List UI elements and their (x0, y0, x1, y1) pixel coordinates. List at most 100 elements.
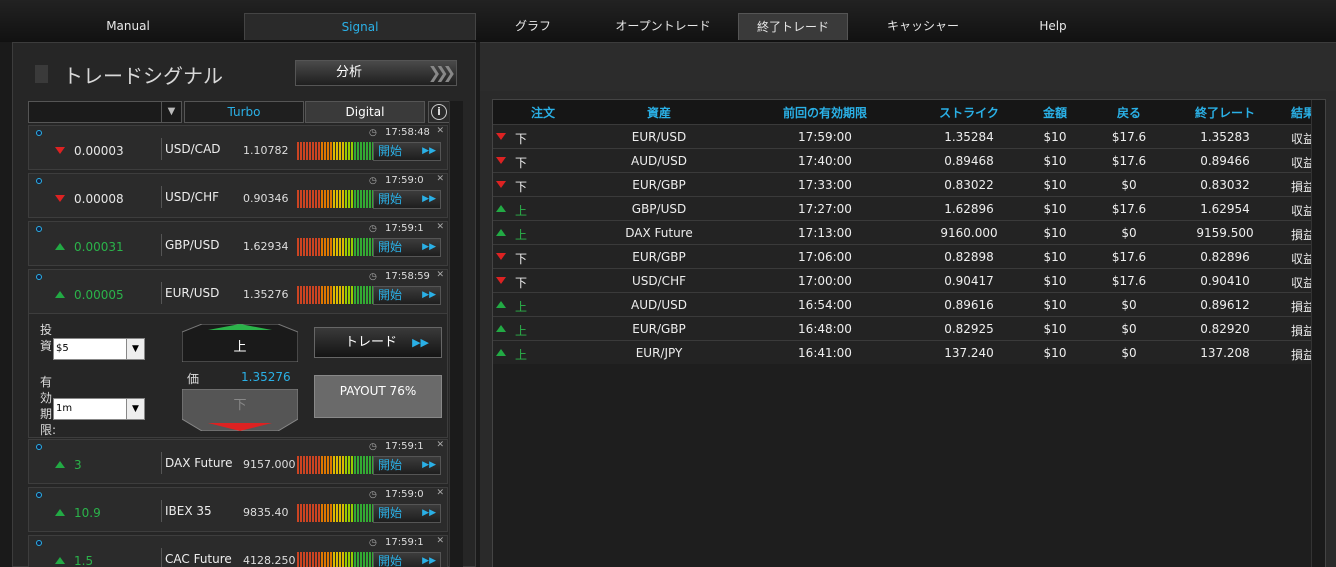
close-icon[interactable]: ✕ (436, 488, 444, 498)
tab-manual[interactable]: Manual (12, 13, 244, 40)
cell-expiry: 17:40:00 (798, 154, 852, 168)
signal-asset: CAC Future (161, 548, 232, 567)
chevron-down-icon[interactable]: ▼ (126, 399, 144, 419)
signal-change: 0.00005 (74, 288, 124, 302)
table-row: 上 GBP/USD 17:27:00 1.62896 $10 $17.6 1.62954 収益 (493, 196, 1315, 220)
start-button[interactable]: 開始 ▶▶ (373, 552, 441, 567)
signal-strength-meter (297, 142, 380, 160)
start-button[interactable]: 開始 ▶▶ (373, 286, 441, 305)
table-row: 下 AUD/USD 17:40:00 0.89468 $10 $17.6 0.89466 収益 (493, 148, 1315, 172)
double-chevron-icon: ▶▶ (422, 460, 436, 470)
cell-strike: 0.82925 (944, 322, 994, 336)
cell-amount: $10 (1043, 298, 1067, 312)
signal-card[interactable]: ◷ 17:59:0 ✕ 0.00008 USD/CHF 0.90346 開始 ▶▶ (28, 173, 448, 218)
cell-strike: 0.82898 (944, 250, 994, 264)
chevron-down-icon[interactable]: ▼ (126, 339, 144, 359)
cell-return: $17.6 (1111, 250, 1147, 264)
put-button[interactable]: 下 (182, 389, 298, 431)
cell-return: $0 (1121, 346, 1137, 360)
arrow-down-icon (496, 157, 506, 164)
tab-signal[interactable]: Signal (244, 13, 476, 40)
asset-filter-select[interactable]: ▼ (28, 101, 182, 123)
call-button[interactable]: 上 (182, 324, 298, 362)
signal-strength-meter (297, 504, 380, 522)
order-direction: 下 (515, 276, 528, 290)
cell-close-rate: 0.83032 (1200, 178, 1250, 192)
cell-return: $0 (1121, 178, 1137, 192)
signal-card[interactable]: ◷ 17:59:1 ✕ 3 DAX Future 9157.000 開始 ▶▶ (28, 439, 448, 484)
table-scrollbar[interactable] (1311, 100, 1325, 567)
start-button[interactable]: 開始 ▶▶ (373, 456, 441, 475)
arrow-down-icon (496, 253, 506, 260)
signal-list-scrollbar[interactable] (449, 101, 463, 567)
filter-bar: ▼ Turbo Digital i (28, 101, 463, 123)
cell-close-rate: 0.82896 (1200, 250, 1250, 264)
cell-return: $0 (1121, 298, 1137, 312)
signal-card[interactable]: ◷ 17:59:0 ✕ 10.9 IBEX 35 9835.40 開始 ▶▶ (28, 487, 448, 532)
status-dot-icon (36, 178, 42, 184)
signal-card[interactable]: ◷ 17:59:1 ✕ 1.5 CAC Future 4128.250 開始 ▶▶ (28, 535, 448, 567)
signal-price: 9157.000 (243, 458, 296, 471)
arrow-down-icon (496, 277, 506, 284)
close-icon[interactable]: ✕ (436, 536, 444, 546)
close-icon[interactable]: ✕ (436, 270, 444, 280)
status-dot-icon (36, 226, 42, 232)
expiry-select[interactable]: 1m ▼ (53, 398, 145, 420)
double-chevron-icon: ▶▶ (422, 194, 436, 204)
close-icon[interactable]: ✕ (436, 126, 444, 136)
signal-asset: USD/CHF (161, 186, 219, 208)
column-header[interactable]: 資産 (647, 104, 671, 121)
tab-closed-trades[interactable]: 終了トレード (738, 13, 848, 40)
cell-expiry: 16:48:00 (798, 322, 852, 336)
table-row: 上 DAX Future 17:13:00 9160.000 $10 $0 9159.500… (493, 220, 1315, 244)
trade-button[interactable]: トレード ▶▶ (314, 327, 442, 358)
info-button[interactable]: i (428, 101, 450, 123)
close-icon[interactable]: ✕ (436, 440, 444, 450)
cell-amount: $10 (1043, 130, 1067, 144)
order-direction: 下 (515, 156, 528, 170)
start-button[interactable]: 開始 ▶▶ (373, 238, 441, 257)
column-header[interactable]: 終了レート (1195, 104, 1255, 121)
chevron-down-icon[interactable]: ▼ (161, 102, 181, 122)
start-button[interactable]: 開始 ▶▶ (373, 142, 441, 161)
close-icon[interactable]: ✕ (436, 222, 444, 232)
tab-help[interactable]: Help (1000, 13, 1106, 40)
order-direction: 上 (515, 228, 528, 242)
arrow-up-icon (496, 229, 506, 236)
expiry-label: 有効期限: (40, 375, 57, 437)
tab-cashier[interactable]: キャッシャー (858, 13, 988, 40)
investment-value: $5 (56, 343, 69, 354)
signal-card[interactable]: ◷ 17:59:1 ✕ 0.00031 GBP/USD 1.62934 開始 ▶▶ (28, 221, 448, 266)
column-header[interactable]: 金額 (1043, 104, 1067, 121)
clock-icon: ◷ (369, 128, 377, 138)
closed-trades-table: 注文 資産 前回の有効期限 ストライク 金額 戻る 終了レート 結果 下 EUR/USD 17:5… (492, 99, 1326, 567)
analysis-button[interactable]: 分析 ❯❯❯ (295, 60, 457, 86)
investment-label: 投資: (40, 323, 57, 353)
signal-card[interactable]: ◷ 17:58:59 ✕ 0.00005 EUR/USD 1.35276 開始 ▶▶ (28, 269, 448, 314)
column-header[interactable]: ストライク (939, 104, 999, 121)
cell-asset: EUR/GBP (632, 178, 686, 192)
start-button[interactable]: 開始 ▶▶ (373, 190, 441, 209)
signal-strength-meter (297, 286, 380, 304)
cell-asset: DAX Future (625, 226, 693, 240)
signal-asset: EUR/USD (161, 282, 219, 304)
cell-return: $0 (1121, 226, 1137, 240)
cell-expiry: 17:13:00 (798, 226, 852, 240)
tab-open-trades[interactable]: オープントレード (596, 13, 730, 40)
tab-chart[interactable]: グラフ (480, 13, 586, 40)
column-header[interactable]: 戻る (1117, 104, 1141, 121)
close-icon[interactable]: ✕ (436, 174, 444, 184)
column-header[interactable]: 注文 (531, 104, 555, 121)
table-row: 下 EUR/GBP 17:33:00 0.83022 $10 $0 0.83032 損益 (493, 172, 1315, 196)
signal-expiry-time: 17:58:48 (385, 127, 430, 138)
status-dot-icon (36, 444, 42, 450)
column-header[interactable]: 前回の有効期限 (783, 104, 867, 121)
investment-select[interactable]: $5 ▼ (53, 338, 145, 360)
signal-card[interactable]: ◷ 17:58:48 ✕ 0.00003 USD/CAD 1.10782 開始 ▶▶ (28, 125, 448, 170)
cell-asset: USD/CHF (632, 274, 686, 288)
table-row: 下 USD/CHF 17:00:00 0.90417 $10 $17.6 0.90410 収益 (493, 268, 1315, 292)
tab-turbo[interactable]: Turbo (184, 101, 304, 123)
tab-digital[interactable]: Digital (305, 101, 425, 123)
arrow-up-icon (55, 509, 65, 516)
start-button[interactable]: 開始 ▶▶ (373, 504, 441, 523)
